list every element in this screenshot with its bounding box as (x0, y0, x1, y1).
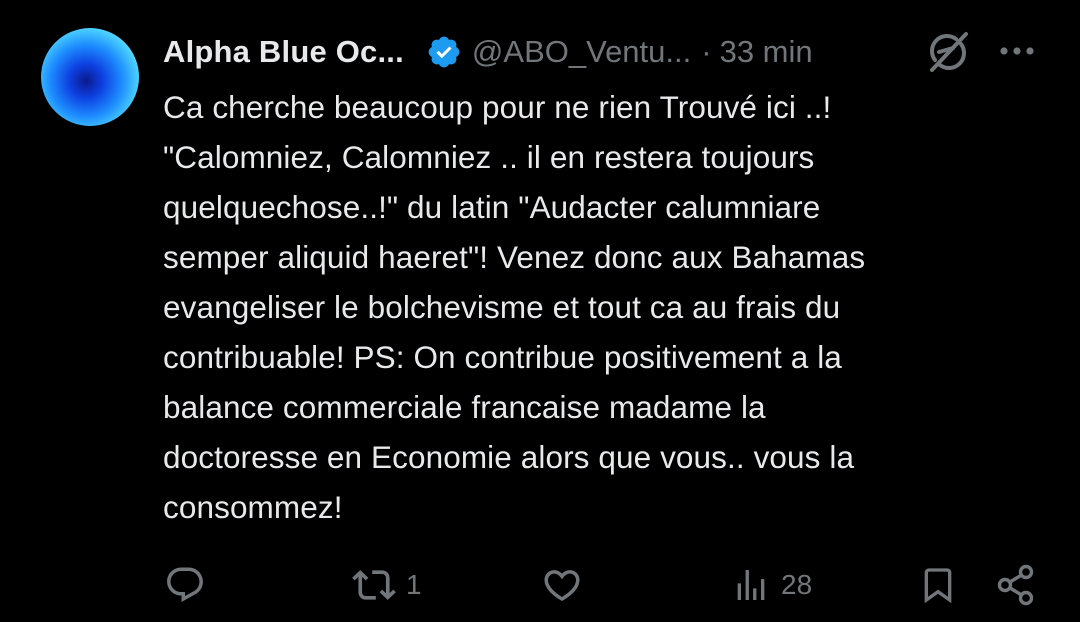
tweet-header: Alpha Blue Oc... @ABO_Ventu... · 33 min (163, 28, 813, 76)
views-button[interactable]: 28 (731, 560, 812, 610)
author-handle[interactable]: @ABO_Ventu... (472, 34, 691, 70)
action-bar: 1 28 (0, 560, 1080, 610)
bookmark-icon (924, 568, 952, 604)
repost-icon (352, 570, 396, 600)
views-icon (737, 570, 765, 600)
more-icon[interactable] (998, 36, 1036, 66)
reply-button[interactable] (164, 560, 216, 610)
share-icon (997, 564, 1034, 606)
repost-count: 1 (406, 569, 422, 600)
verified-icon (426, 34, 462, 70)
author-name[interactable]: Alpha Blue Oc... (163, 34, 404, 70)
repost-button[interactable]: 1 (352, 560, 422, 610)
grok-icon[interactable] (926, 30, 970, 74)
bookmark-button[interactable] (918, 560, 958, 610)
share-button[interactable] (994, 560, 1038, 610)
heart-icon (544, 570, 580, 602)
tweet: Alpha Blue Oc... @ABO_Ventu... · 33 min … (0, 0, 1080, 622)
like-button[interactable] (541, 560, 593, 610)
avatar[interactable] (41, 28, 139, 126)
tweet-text: Ca cherche beaucoup pour ne rien Trouvé … (163, 89, 866, 525)
timestamp[interactable]: 33 min (720, 34, 813, 70)
separator-dot: · (701, 34, 712, 69)
reply-icon (167, 567, 203, 602)
views-count: 28 (781, 569, 813, 600)
